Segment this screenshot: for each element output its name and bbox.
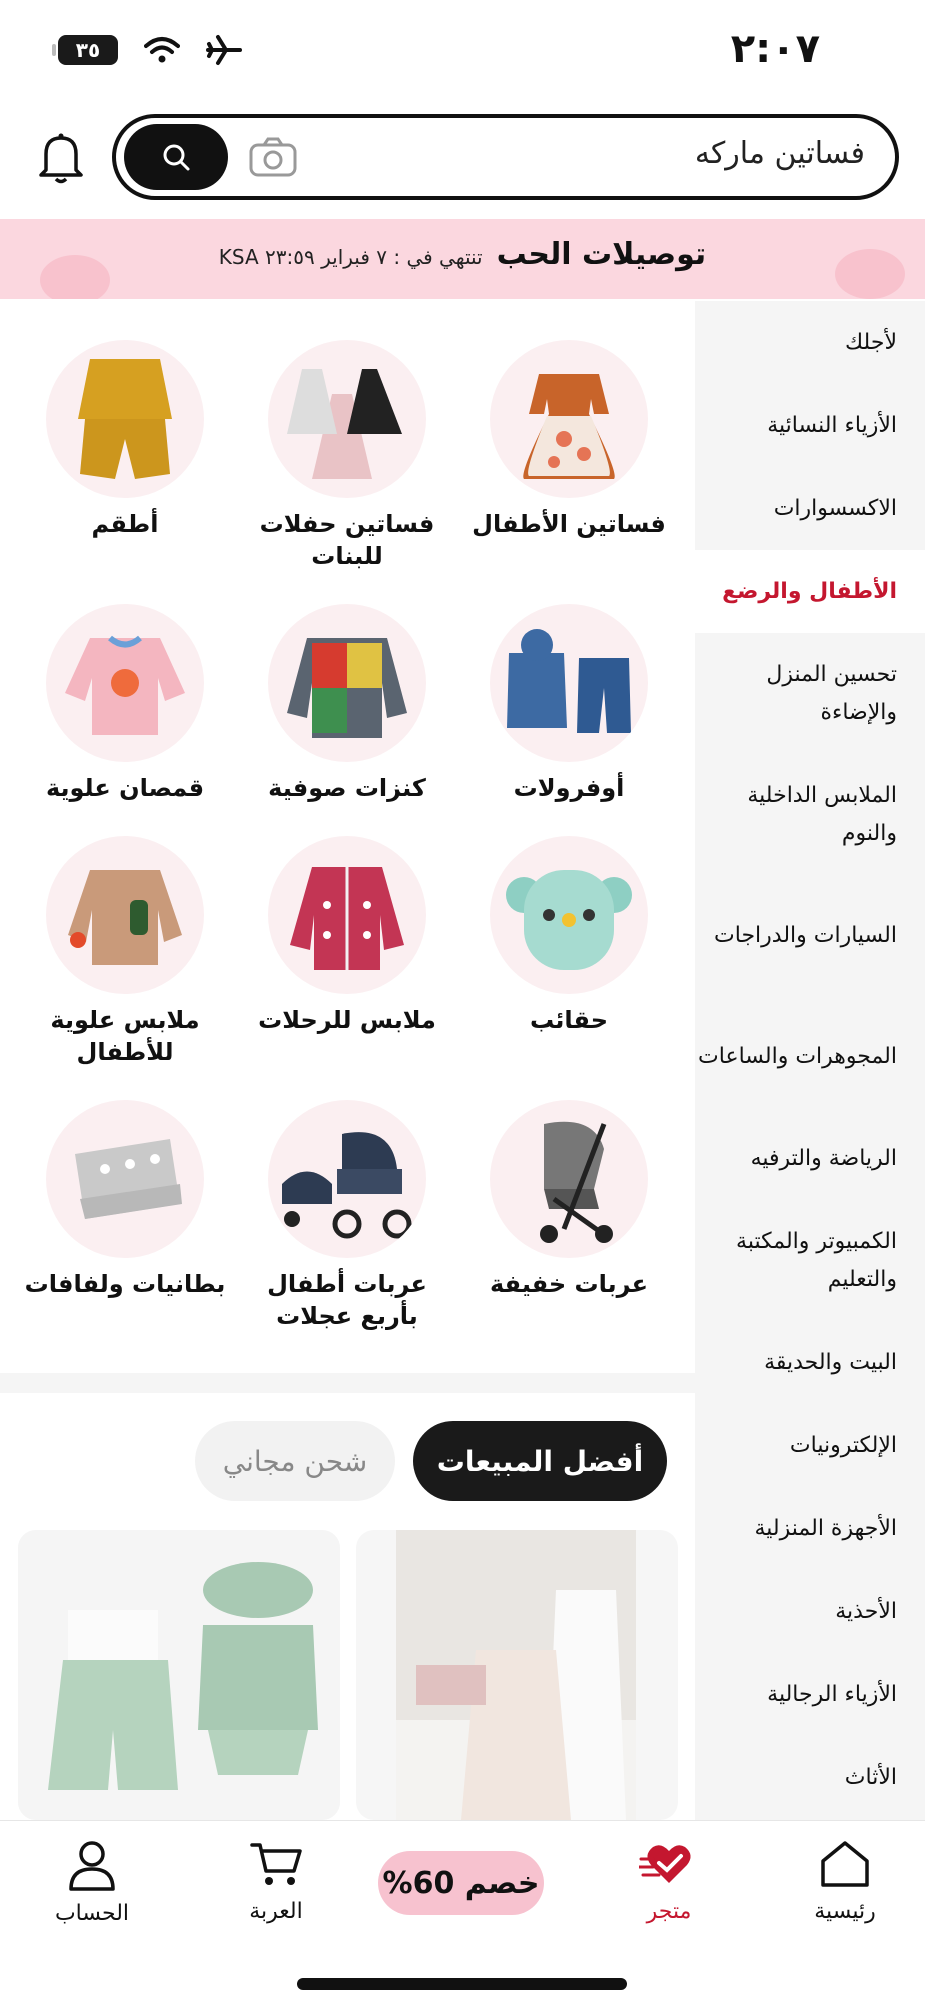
search-input[interactable]: فساتين ماركه [112,114,899,200]
category-tile[interactable]: كنزات صوفية [236,604,458,804]
search-icon [163,144,190,171]
category-label: عربات أطفال بأربع عجلات [267,1270,427,1330]
category-label: عربات خفيفة [489,1270,648,1298]
outfit-set-icon [46,340,204,498]
nav-home-label: رئيسية [814,1899,876,1924]
category-tile[interactable]: فساتين حفلات للبنات [236,340,458,572]
bell-icon[interactable] [36,130,86,186]
battery-icon: ٣٥ [52,35,118,65]
category-label: ملابس للرحلات [258,1006,436,1034]
category-label: كنزات صوفية [268,774,426,802]
tab-free-shipping[interactable]: شحن مجاني [195,1421,395,1501]
banner-title: توصيلات الحب [496,237,707,272]
sidebar-item-accessories[interactable]: الاكسسوارات [695,467,925,550]
search-header: فساتين ماركه [0,100,925,218]
nav-account[interactable]: الحساب [22,1839,162,1926]
home-indicator [297,1978,627,1990]
kids-dress-icon [490,340,648,498]
status-time: ٢:٠٧ [730,26,820,72]
sidebar-item-home-garden[interactable]: البيت والحديقة [695,1321,925,1404]
sidebar-item-shoes[interactable]: الأحذية [695,1570,925,1653]
search-query: فساتين ماركه [694,136,865,171]
sidebar-item-women[interactable]: الأزياء النسائية [695,384,925,467]
category-label: بطانيات ولفافات [24,1270,226,1298]
sweater-icon [268,604,426,762]
party-dress-icon [268,340,426,498]
sidebar-item-for-you[interactable]: لأجلك [695,301,925,384]
home-icon [821,1841,869,1887]
light-stroller-icon [490,1100,648,1258]
travel-jacket-icon [268,836,426,994]
camera-icon[interactable] [248,136,298,178]
category-label: أوفرولات [513,774,625,802]
category-tile[interactable]: ملابس للرحلات [236,836,458,1036]
nav-store-label: متجر [646,1899,692,1924]
category-tile[interactable]: فساتين الأطفال [458,340,680,540]
product-image [18,1530,340,1820]
airplane-icon [206,35,242,65]
product-image [396,1530,636,1820]
four-wheel-stroller-icon [268,1100,426,1258]
sidebar-item-sports[interactable]: الرياضة والترفيه [695,1117,925,1200]
category-sidebar: لأجلك الأزياء النسائية الاكسسوارات الأطف… [695,301,925,1820]
sidebar-item-kids[interactable]: الأطفال والرضع [695,550,925,633]
search-button[interactable] [124,124,228,190]
category-tile[interactable]: أطقم [14,340,236,540]
sidebar-item-appliances[interactable]: الأجهزة المنزلية [695,1487,925,1570]
category-tile[interactable]: بطانيات ولفافات [14,1100,236,1300]
status-icons: ٣٥ [52,34,242,66]
sidebar-item-electronics[interactable]: الإلكترونيات [695,1404,925,1487]
nav-store[interactable]: متجر [599,1839,739,1924]
category-label: حقائب [530,1006,608,1034]
bottom-navigation: رئيسية متجر خصم 60% العربة الحساب [0,1820,925,2000]
blanket-icon [46,1100,204,1258]
category-tile[interactable]: حقائب [458,836,680,1036]
category-tile[interactable]: قمصان علوية [14,604,236,804]
product-card[interactable] [18,1530,340,1820]
bag-icon [490,836,648,994]
overalls-icon [490,604,648,762]
kids-top-icon [46,836,204,994]
sidebar-item-underwear[interactable]: الملابس الداخلية والنوم [695,754,925,875]
category-label: قمصان علوية [45,774,205,802]
category-label: أطقم [91,510,159,538]
category-tile[interactable]: ملابس علوية للأطفال [14,836,236,1068]
wifi-icon [144,37,180,63]
product-card[interactable] [356,1530,678,1820]
store-icon [637,1845,691,1883]
user-icon [69,1841,115,1891]
category-label: فساتين حفلات للبنات [259,510,435,570]
cart-icon [250,1843,302,1885]
sidebar-item-automotive[interactable]: السيارات والدراجات [695,875,925,996]
category-tile[interactable]: عربات خفيفة [458,1100,680,1300]
category-label: ملابس علوية للأطفال [50,1006,200,1066]
category-tile[interactable]: أوفرولات [458,604,680,804]
top-shirt-icon [46,604,204,762]
section-divider [0,1373,695,1393]
nav-cart[interactable]: العربة [206,1839,346,1924]
category-label: فساتين الأطفال [472,510,666,538]
category-tile[interactable]: عربات أطفال بأربع عجلات [236,1100,458,1332]
discount-badge[interactable]: خصم 60% [378,1851,544,1915]
nav-account-label: الحساب [54,1901,130,1926]
sidebar-item-jewelry[interactable]: المجوهرات والساعات [695,996,925,1117]
status-bar: ٢:٠٧ ٣٥ [0,0,925,100]
sidebar-item-furniture[interactable]: الأثاث [695,1736,925,1819]
nav-cart-label: العربة [249,1899,303,1924]
promo-banner[interactable]: توصيلات الحب تنتهي في : ٧ فبراير ٢٣:٥٩ K… [0,219,925,299]
sidebar-item-computers[interactable]: الكمبيوتر والمكتبة والتعليم [695,1200,925,1321]
banner-countdown: تنتهي في : ٧ فبراير ٢٣:٥٩ KSA [218,245,483,269]
sidebar-item-men[interactable]: الأزياء الرجالية [695,1653,925,1736]
sidebar-item-home-lighting[interactable]: تحسين المنزل والإضاءة [695,633,925,754]
tab-best-sellers[interactable]: أفضل المبيعات [413,1421,667,1501]
nav-home[interactable]: رئيسية [775,1839,915,1924]
